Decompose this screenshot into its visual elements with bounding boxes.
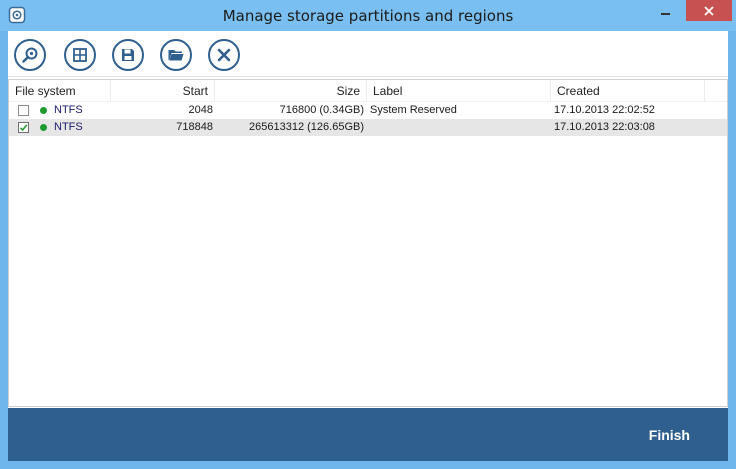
row-checkbox[interactable]	[18, 122, 29, 133]
start-cell: 718848	[176, 121, 213, 133]
column-header-file-system[interactable]: File system	[9, 80, 111, 102]
save-button[interactable]	[112, 39, 144, 71]
search-button[interactable]	[14, 39, 46, 71]
window-title: Manage storage partitions and regions	[222, 7, 514, 25]
delete-button[interactable]	[208, 39, 240, 71]
created-cell: 17.10.2013 22:02:52	[554, 104, 655, 116]
title-bar[interactable]: Manage storage partitions and regions	[0, 0, 736, 31]
column-header-label[interactable]: Label	[367, 80, 551, 102]
footer-bar: Finish	[8, 408, 728, 461]
dialog-content: File system Start Size Label Created NTF…	[8, 31, 728, 461]
row-checkbox[interactable]	[18, 105, 29, 116]
delete-icon	[217, 48, 231, 62]
regions-button[interactable]	[64, 39, 96, 71]
created-cell: 17.10.2013 22:03:08	[554, 121, 655, 133]
minimize-button[interactable]	[652, 0, 679, 21]
status-ok-icon	[40, 107, 47, 114]
column-header-created[interactable]: Created	[551, 80, 705, 102]
checkmark-icon	[19, 124, 28, 132]
column-header-size[interactable]: Size	[215, 80, 367, 102]
save-icon	[122, 49, 134, 61]
regions-grid-icon	[73, 48, 87, 62]
close-icon	[704, 5, 714, 16]
finish-button[interactable]: Finish	[649, 427, 690, 443]
column-header-start[interactable]: Start	[111, 80, 215, 102]
minimize-icon	[661, 12, 670, 15]
file-system-cell: NTFS	[54, 104, 83, 116]
list-header: File system Start Size Label Created	[9, 80, 727, 102]
open-folder-icon	[168, 50, 184, 61]
size-cell: 265613312 (126.65GB)	[249, 121, 364, 133]
status-ok-icon	[40, 124, 47, 131]
size-cell: 716800 (0.34GB)	[279, 104, 364, 116]
table-row[interactable]: NTFS 2048 716800 (0.34GB) System Reserve…	[9, 102, 727, 119]
search-icon	[22, 47, 38, 63]
toolbar	[8, 31, 728, 77]
start-cell: 2048	[188, 104, 213, 116]
label-cell	[370, 119, 550, 136]
partitions-list[interactable]: File system Start Size Label Created NTF…	[8, 79, 728, 407]
table-row[interactable]: NTFS 718848 265613312 (126.65GB) 17.10.2…	[9, 119, 727, 136]
label-cell: System Reserved	[370, 104, 457, 116]
close-button[interactable]	[686, 0, 732, 21]
dialog-window: Manage storage partitions and regions Fi…	[0, 0, 736, 469]
open-folder-button[interactable]	[160, 39, 192, 71]
file-system-cell: NTFS	[54, 121, 83, 133]
